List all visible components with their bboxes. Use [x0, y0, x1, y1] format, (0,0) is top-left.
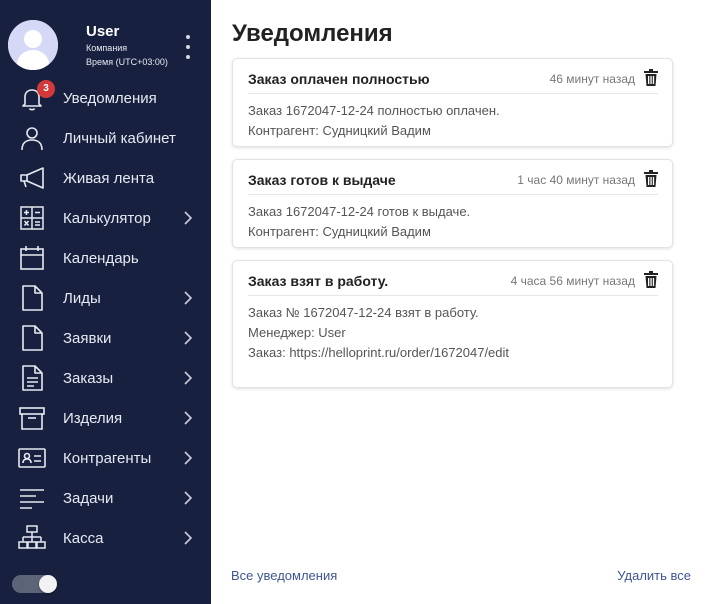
sidebar-item-calendar[interactable]: Календарь	[0, 238, 211, 278]
notification-title: Заказ готов к выдаче	[248, 172, 396, 188]
chevron-right-icon	[182, 371, 194, 385]
archive-box-icon	[18, 405, 46, 431]
align-left-icon	[18, 485, 46, 511]
chevron-right-icon	[182, 491, 194, 505]
trash-icon[interactable]	[644, 170, 658, 187]
all-notifications-link[interactable]: Все уведомления	[231, 568, 337, 583]
toggle-knob	[39, 575, 57, 593]
sidebar-item-calculator[interactable]: Калькулятор	[0, 198, 211, 238]
sidebar-item-tasks[interactable]: Задачи	[0, 478, 211, 518]
user-name: User	[86, 23, 120, 40]
sidebar-item-label: Задачи	[63, 490, 114, 507]
calculator-icon	[18, 205, 46, 231]
sidebar-item-requests[interactable]: Заявки	[0, 318, 211, 358]
notification-card: Заказ оплачен полностью 46 минут назад З…	[232, 58, 673, 147]
delete-all-link[interactable]: Удалить все	[617, 568, 691, 583]
sidebar-item-account[interactable]: Личный кабинет	[0, 118, 211, 158]
chevron-right-icon	[182, 291, 194, 305]
chevron-right-icon	[182, 531, 194, 545]
notification-title: Заказ оплачен полностью	[248, 71, 430, 87]
sidebar-item-products[interactable]: Изделия	[0, 398, 211, 438]
profile-block: User Компания Время (UTC+03:00)	[0, 0, 211, 76]
sidebar-item-label: Живая лента	[63, 170, 155, 187]
sidebar-item-label: Калькулятор	[63, 210, 151, 227]
calendar-icon	[18, 245, 46, 271]
notification-count-badge: 3	[37, 80, 55, 98]
sidebar-item-label: Личный кабинет	[63, 130, 176, 147]
notification-card: Заказ взят в работу. 4 часа 56 минут наз…	[232, 260, 673, 388]
sidebar-item-feed[interactable]: Живая лента	[0, 158, 211, 198]
chevron-right-icon	[182, 411, 194, 425]
chevron-right-icon	[182, 211, 194, 225]
file-icon	[18, 285, 46, 311]
notification-text: Контрагент: Судницкий Вадим	[248, 224, 431, 239]
sidebar-item-label: Контрагенты	[63, 450, 152, 467]
user-company: Компания	[86, 43, 128, 53]
notification-header: Заказ готов к выдаче 1 час 40 минут наза…	[248, 160, 658, 195]
notification-title: Заказ взят в работу.	[248, 273, 389, 289]
sidebar-item-cashbox[interactable]: Касса	[0, 518, 211, 558]
sidebar: User Компания Время (UTC+03:00) 3 Уведом…	[0, 0, 211, 604]
megaphone-icon	[18, 165, 46, 191]
sidebar-item-label: Касса	[63, 530, 104, 547]
theme-toggle[interactable]	[12, 575, 57, 593]
sidebar-item-label: Изделия	[63, 410, 123, 427]
trash-icon[interactable]	[644, 271, 658, 288]
sidebar-item-orders[interactable]: Заказы	[0, 358, 211, 398]
notification-header: Заказ взят в работу. 4 часа 56 минут наз…	[248, 261, 658, 296]
notification-text: Заказ № 1672047-12-24 взят в работу.	[248, 305, 479, 320]
notification-body: Заказ 1672047-12-24 готов к выдаче. Конт…	[248, 202, 658, 242]
sidebar-item-notifications[interactable]: 3 Уведомления	[0, 78, 211, 118]
chevron-right-icon	[182, 451, 194, 465]
contact-card-icon	[18, 445, 46, 471]
notification-text: Заказ 1672047-12-24 готов к выдаче.	[248, 204, 471, 219]
page-title: Уведомления	[232, 20, 393, 47]
file-icon	[18, 325, 46, 351]
sitemap-icon	[18, 525, 46, 551]
sidebar-item-contractors[interactable]: Контрагенты	[0, 438, 211, 478]
trash-icon[interactable]	[644, 69, 658, 86]
sidebar-item-label: Лиды	[63, 290, 101, 307]
chevron-right-icon	[182, 331, 194, 345]
notification-header: Заказ оплачен полностью 46 минут назад	[248, 59, 658, 94]
notification-text: Заказ: https://helloprint.ru/order/16720…	[248, 345, 510, 360]
avatar[interactable]	[8, 20, 58, 70]
main-content: Уведомления Заказ оплачен полностью 46 м…	[211, 0, 711, 604]
sidebar-item-label: Уведомления	[63, 90, 157, 107]
notification-body: Заказ 1672047-12-24 полностью оплачен. К…	[248, 101, 658, 141]
sidebar-item-leads[interactable]: Лиды	[0, 278, 211, 318]
kebab-menu-icon[interactable]	[181, 35, 195, 59]
notification-text: Контрагент: Судницкий Вадим	[248, 123, 431, 138]
notification-card: Заказ готов к выдаче 1 час 40 минут наза…	[232, 159, 673, 248]
document-icon	[18, 365, 46, 391]
notification-text: Заказ 1672047-12-24 полностью оплачен.	[248, 103, 500, 118]
user-icon	[18, 125, 46, 151]
user-timezone: Время (UTC+03:00)	[86, 57, 168, 67]
sidebar-nav: 3 Уведомления Личный кабинет Живая лента…	[0, 78, 211, 558]
notification-time: 1 час 40 минут назад	[517, 173, 635, 187]
sidebar-item-label: Заявки	[63, 330, 112, 347]
sidebar-item-label: Календарь	[63, 250, 139, 267]
notification-text: Менеджер: User	[248, 325, 346, 340]
sidebar-item-label: Заказы	[63, 370, 114, 387]
notification-time: 4 часа 56 минут назад	[510, 274, 635, 288]
notification-time: 46 минут назад	[549, 72, 635, 86]
notification-body: Заказ № 1672047-12-24 взят в работу. Мен…	[248, 303, 658, 363]
